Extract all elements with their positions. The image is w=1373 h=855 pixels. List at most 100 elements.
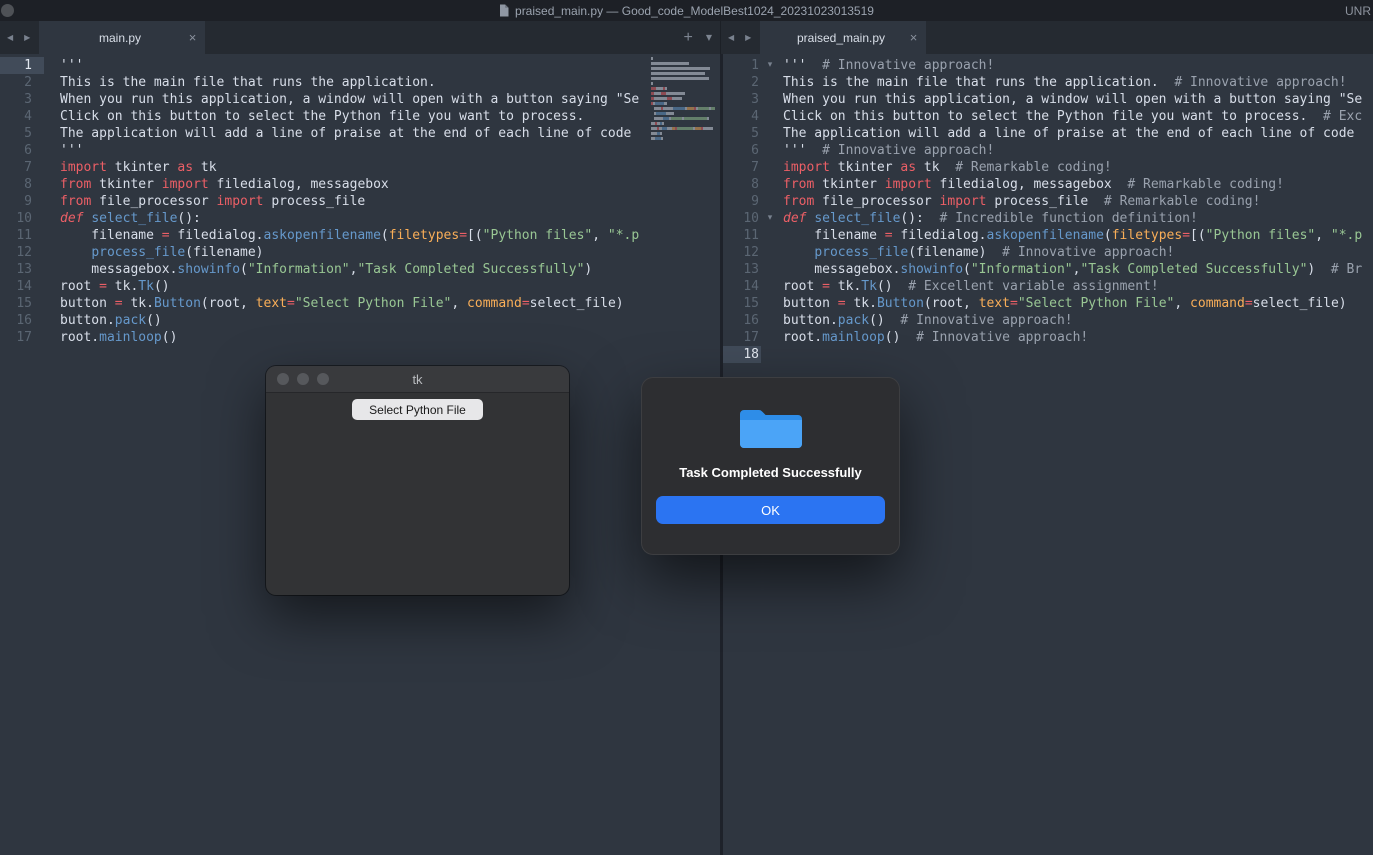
tab-tools: + ▼ xyxy=(684,21,713,54)
gutter-cell: 9 xyxy=(0,193,44,210)
minimap-line xyxy=(651,137,719,140)
nav-forward-icon[interactable]: ▶ xyxy=(745,33,751,42)
code-line[interactable]: root = tk.Tk() xyxy=(60,278,720,295)
line-number: 12 xyxy=(16,244,32,261)
code-line[interactable]: import tkinter as tk xyxy=(60,159,720,176)
code-line[interactable]: button = tk.Button(root, text="Select Py… xyxy=(783,295,1373,312)
minimap-line xyxy=(651,112,719,115)
code-token: , xyxy=(451,296,467,311)
dialog-ok-button[interactable]: OK xyxy=(656,496,885,524)
code-line[interactable]: from tkinter import filedialog, messageb… xyxy=(60,176,720,193)
gutter-cell: 11 xyxy=(0,227,44,244)
tab-main-py[interactable]: main.py × xyxy=(39,21,205,54)
code-token: filename xyxy=(783,228,885,243)
code-line[interactable]: ''' # Innovative approach! xyxy=(783,142,1373,159)
code-line[interactable]: from file_processor import process_file … xyxy=(783,193,1373,210)
tab-overflow-button[interactable]: ▼ xyxy=(706,33,712,42)
zoom-button[interactable] xyxy=(317,373,329,385)
nav-forward-icon[interactable]: ▶ xyxy=(24,33,30,42)
code-line[interactable]: def select_file(): xyxy=(60,210,720,227)
close-tab-icon[interactable]: × xyxy=(189,31,197,44)
code-line[interactable]: button = tk.Button(root, text="Select Py… xyxy=(60,295,720,312)
minimize-button[interactable] xyxy=(297,373,309,385)
fold-arrow-icon[interactable]: ▾ xyxy=(761,210,779,227)
tab-praised-main-py[interactable]: praised_main.py × xyxy=(760,21,926,54)
code-line[interactable]: process_file(filename) # Innovative appr… xyxy=(783,244,1373,261)
code-line[interactable]: Click on this button to select the Pytho… xyxy=(60,108,720,125)
code-line[interactable]: The application will add a line of prais… xyxy=(60,125,720,142)
tab-label: praised_main.py xyxy=(772,31,909,45)
code-line[interactable]: Click on this button to select the Pytho… xyxy=(783,108,1373,125)
code-token: pack xyxy=(115,313,146,328)
code-token: root xyxy=(60,279,99,294)
line-number: 7 xyxy=(751,159,759,176)
code-line[interactable]: This is the main file that runs the appl… xyxy=(60,74,720,91)
close-button[interactable] xyxy=(277,373,289,385)
fold-spacer xyxy=(761,244,779,261)
code-token: = xyxy=(287,296,295,311)
code-line[interactable]: import tkinter as tk # Remarkable coding… xyxy=(783,159,1373,176)
code-line[interactable]: process_file(filename) xyxy=(60,244,720,261)
code-line[interactable]: messagebox.showinfo("Information","Task … xyxy=(783,261,1373,278)
code-line[interactable]: The application will add a line of prais… xyxy=(783,125,1373,142)
code-line[interactable]: from tkinter import filedialog, messageb… xyxy=(783,176,1373,193)
code-line[interactable]: When you run this application, a window … xyxy=(60,91,720,108)
line-number: 10 xyxy=(743,210,759,227)
code-token: Tk xyxy=(138,279,154,294)
minimap[interactable] xyxy=(651,57,719,142)
code-line[interactable]: ''' xyxy=(60,57,720,74)
gutter-cell: 2 xyxy=(723,74,779,91)
gutter-cell: 5 xyxy=(723,125,779,142)
window-close-button[interactable] xyxy=(1,4,14,17)
nav-back-icon[interactable]: ◀ xyxy=(7,33,13,42)
code-token: ''' xyxy=(783,58,806,73)
code-token: from xyxy=(783,177,814,192)
code-line[interactable]: root.mainloop() xyxy=(60,329,720,346)
gutter-cell: 9 xyxy=(723,193,779,210)
code-line[interactable]: When you run this application, a window … xyxy=(783,91,1373,108)
code-line[interactable]: root = tk.Tk() # Excellent variable assi… xyxy=(783,278,1373,295)
code-token: = xyxy=(1010,296,1018,311)
minimap-line xyxy=(651,122,719,125)
code-token: from xyxy=(783,194,814,209)
code-token: tk xyxy=(193,160,216,175)
tk-titlebar[interactable]: tk xyxy=(266,366,569,393)
line-number: 5 xyxy=(24,125,32,142)
select-python-file-button[interactable]: Select Python File xyxy=(352,399,483,420)
code-line[interactable]: filename = filedialog.askopenfilename(fi… xyxy=(60,227,720,244)
nav-back-icon[interactable]: ◀ xyxy=(728,33,734,42)
line-number: 17 xyxy=(16,329,32,346)
new-tab-button[interactable]: + xyxy=(684,29,693,47)
code-token: # Innovative approach! xyxy=(806,143,994,158)
minimap-line xyxy=(651,97,719,100)
fold-spacer xyxy=(761,193,779,210)
code-line[interactable]: messagebox.showinfo("Information","Task … xyxy=(60,261,720,278)
fold-spacer xyxy=(761,312,779,329)
code-token: ( xyxy=(240,262,248,277)
code-line[interactable]: This is the main file that runs the appl… xyxy=(783,74,1373,91)
minimap-line xyxy=(651,57,719,60)
code-line[interactable]: from file_processor import process_file xyxy=(60,193,720,210)
code-token: When you run this application, a window … xyxy=(783,92,1362,107)
code-line[interactable] xyxy=(783,346,1373,363)
gutter-cell: 6 xyxy=(0,142,44,159)
line-number: 8 xyxy=(751,176,759,193)
gutter-cell: 18 xyxy=(723,346,779,363)
code-line[interactable]: button.pack() xyxy=(60,312,720,329)
code-line[interactable]: filename = filedialog.askopenfilename(fi… xyxy=(783,227,1373,244)
code-token: "*.p xyxy=(608,228,639,243)
code-token: # Remarkable coding! xyxy=(1088,194,1260,209)
gutter-cell: 3 xyxy=(723,91,779,108)
fold-arrow-icon[interactable]: ▾ xyxy=(761,57,779,74)
minimap-line xyxy=(651,92,719,95)
tabbar-left: ◀ ▶ main.py × + ▼ xyxy=(0,21,721,54)
code-line[interactable]: ''' xyxy=(60,142,720,159)
code-token: showinfo xyxy=(177,262,240,277)
code-token: "Information" xyxy=(971,262,1073,277)
code-line[interactable]: button.pack() # Innovative approach! xyxy=(783,312,1373,329)
code-line[interactable]: def select_file(): # Incredible function… xyxy=(783,210,1373,227)
code-line[interactable]: ''' # Innovative approach! xyxy=(783,57,1373,74)
code-line[interactable]: root.mainloop() # Innovative approach! xyxy=(783,329,1373,346)
gutter-cell: 10 xyxy=(0,210,44,227)
close-tab-icon[interactable]: × xyxy=(910,31,918,44)
